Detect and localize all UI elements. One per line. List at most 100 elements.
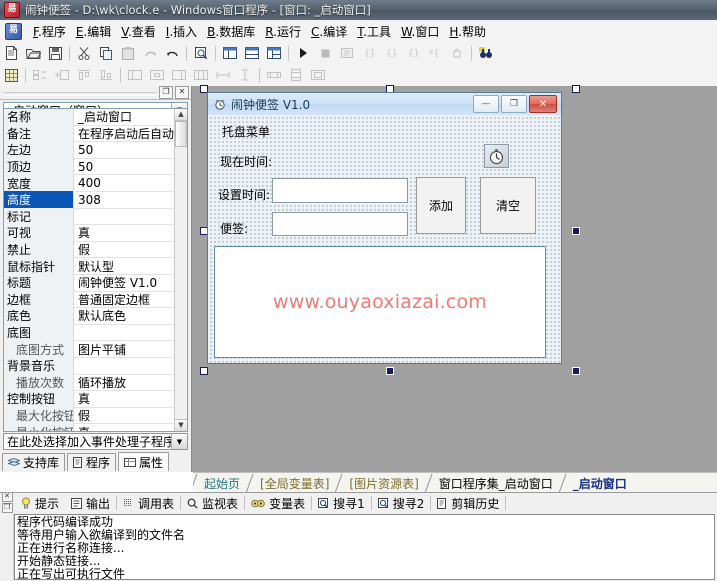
table-row[interactable]: 底图 <box>4 324 175 342</box>
tab-support-library[interactable]: 支持库 <box>2 453 66 471</box>
tab-find1[interactable]: 搜寻1 <box>312 494 371 512</box>
new-file-icon[interactable] <box>1 44 21 63</box>
dock-close-button[interactable]: ✕ <box>175 86 189 99</box>
debug-icon[interactable] <box>337 44 357 63</box>
resize-handle-sw[interactable] <box>200 367 208 375</box>
table-row-selected[interactable]: 高度 308 <box>4 191 175 209</box>
align-right-icon[interactable] <box>169 66 189 85</box>
align-top-icon[interactable] <box>74 66 94 85</box>
property-value[interactable] <box>74 208 175 225</box>
resize-handle-e[interactable] <box>572 227 580 235</box>
table-row[interactable]: 禁止假 <box>4 241 175 259</box>
table-row[interactable]: 鼠标指针 默认型 <box>4 257 175 275</box>
property-value[interactable]: 308 <box>74 191 175 208</box>
set-time-input[interactable] <box>272 178 408 203</box>
tab-watch-table[interactable]: 监视表 <box>181 494 244 512</box>
size-height-icon[interactable] <box>286 66 306 85</box>
property-value[interactable]: 真 <box>74 391 175 407</box>
form-close-button[interactable]: ✕ <box>529 95 557 113</box>
tab-program[interactable]: 程序 <box>67 453 117 471</box>
property-value[interactable]: 真 <box>74 424 175 431</box>
binoculars-icon[interactable] <box>476 44 496 63</box>
save-file-icon[interactable] <box>45 44 65 63</box>
note-input[interactable] <box>272 212 408 236</box>
table-row[interactable]: 最小化按钮真 <box>4 423 175 431</box>
property-grid[interactable]: 名称 _启动窗口 备注 在程序启动后自动 左边 50 顶边 50 宽度 400 高度 308… <box>3 108 188 432</box>
property-value[interactable]: 假 <box>74 241 175 258</box>
designed-form-window[interactable]: 闹钟便签 V1.0 — ❐ ✕ 托盘菜单 现在时间: 设置时间: 便签: 添加 <box>207 92 562 364</box>
open-file-icon[interactable] <box>23 44 43 63</box>
copy-icon[interactable] <box>96 44 116 63</box>
tab-start-page[interactable]: 起始页 <box>193 474 249 493</box>
property-value[interactable]: 闹钟便签 V1.0 <box>74 274 175 291</box>
scroll-down-icon[interactable]: ▼ <box>175 419 187 431</box>
property-value[interactable]: 真 <box>74 225 175 241</box>
tab-find2[interactable]: 搜寻2 <box>372 494 431 512</box>
add-component-icon[interactable] <box>52 66 72 85</box>
layout-left-icon[interactable] <box>220 44 240 63</box>
step-out-icon[interactable]: {} <box>403 44 423 63</box>
property-value[interactable]: 50 <box>74 158 175 175</box>
table-row[interactable]: 播放次数 循环播放 <box>4 373 175 392</box>
table-row[interactable]: 控制按钮真 <box>4 390 175 408</box>
menu-help[interactable]: H.帮助 <box>444 21 491 42</box>
table-row[interactable]: 最大化按钮假 <box>4 406 175 425</box>
step-into-icon[interactable]: {} <box>381 44 401 63</box>
layout-split-icon[interactable] <box>264 44 284 63</box>
note-list-editbox[interactable]: www.ouyaoxiazai.com <box>214 246 546 358</box>
scroll-up-icon[interactable]: ▲ <box>175 109 187 121</box>
table-row[interactable]: 背景音乐 <box>4 357 175 375</box>
redo-icon[interactable] <box>140 44 160 63</box>
property-value[interactable]: 普通固定边框 <box>74 291 175 308</box>
find-icon[interactable] <box>191 44 211 63</box>
set-time-label[interactable]: 设置时间: <box>218 186 270 203</box>
property-value[interactable]: 图片平铺 <box>74 341 175 357</box>
clock-picture-box[interactable] <box>484 144 509 168</box>
property-grid-scrollbar[interactable]: ▲ ▼ <box>174 109 187 431</box>
form-maximize-button[interactable]: ❐ <box>501 95 527 113</box>
output-log[interactable]: 程序代码编译成功 等待用户输入欲编译到的文件名 正在进行名称连接... 开始静态… <box>14 514 715 580</box>
hand-icon[interactable] <box>447 44 467 63</box>
paste-icon[interactable] <box>118 44 138 63</box>
layout-top-icon[interactable] <box>242 44 262 63</box>
clear-button[interactable]: 清空 <box>480 177 536 234</box>
table-row[interactable]: 底色 默认底色 <box>4 307 175 325</box>
table-row[interactable]: 底图方式 图片平铺 <box>4 340 175 358</box>
property-value[interactable] <box>74 324 175 341</box>
grid-icon[interactable] <box>1 66 21 85</box>
tab-hints[interactable]: 提示 <box>15 494 65 512</box>
property-value[interactable]: 400 <box>74 175 175 191</box>
menu-run[interactable]: R.运行 <box>260 21 306 42</box>
size-both-icon[interactable] <box>308 66 328 85</box>
menu-view[interactable]: V.查看 <box>116 21 161 42</box>
tab-window-program[interactable]: 窗口程序集_启动窗口 <box>428 474 562 493</box>
scrollbar-thumb[interactable] <box>175 121 187 147</box>
output-close-button[interactable]: ✕ <box>1 492 13 502</box>
align-tab-order-icon[interactable] <box>30 66 50 85</box>
run-icon[interactable] <box>293 44 313 63</box>
cut-icon[interactable] <box>74 44 94 63</box>
run-to-cursor-icon[interactable]: *{ <box>425 44 445 63</box>
equal-height-icon[interactable] <box>235 66 255 85</box>
table-row[interactable]: 可视真 <box>4 224 175 242</box>
dock-maximize-button[interactable]: ❐ <box>159 86 173 99</box>
size-width-icon[interactable] <box>264 66 284 85</box>
form-designer-canvas[interactable]: 闹钟便签 V1.0 — ❐ ✕ 托盘菜单 现在时间: 设置时间: 便签: 添加 <box>193 85 717 472</box>
form-body[interactable]: 托盘菜单 现在时间: 设置时间: 便签: 添加 清空 www.ouyaoxiaz… <box>208 115 561 363</box>
align-bottom-icon[interactable] <box>96 66 116 85</box>
now-time-label[interactable]: 现在时间: <box>220 153 272 170</box>
property-value[interactable]: 循环播放 <box>74 374 175 391</box>
add-button[interactable]: 添加 <box>416 177 466 234</box>
chevron-down-icon[interactable]: ▼ <box>171 434 187 449</box>
tab-call-table[interactable]: 调用表 <box>117 494 180 512</box>
table-row[interactable]: 边框 普通固定边框 <box>4 290 175 309</box>
table-row[interactable]: 左边 50 <box>4 141 175 159</box>
note-label[interactable]: 便签: <box>220 220 248 237</box>
undo-icon[interactable] <box>162 44 182 63</box>
output-restore-button[interactable]: ❐ <box>1 503 13 513</box>
tab-output[interactable]: 输出 <box>65 494 116 512</box>
table-row[interactable]: 备注 在程序启动后自动 <box>4 124 175 143</box>
property-value[interactable]: 默认型 <box>74 258 175 274</box>
table-row[interactable]: 名称 _启动窗口 <box>4 109 175 126</box>
tab-image-resource[interactable]: [图片资源表] <box>338 474 427 493</box>
